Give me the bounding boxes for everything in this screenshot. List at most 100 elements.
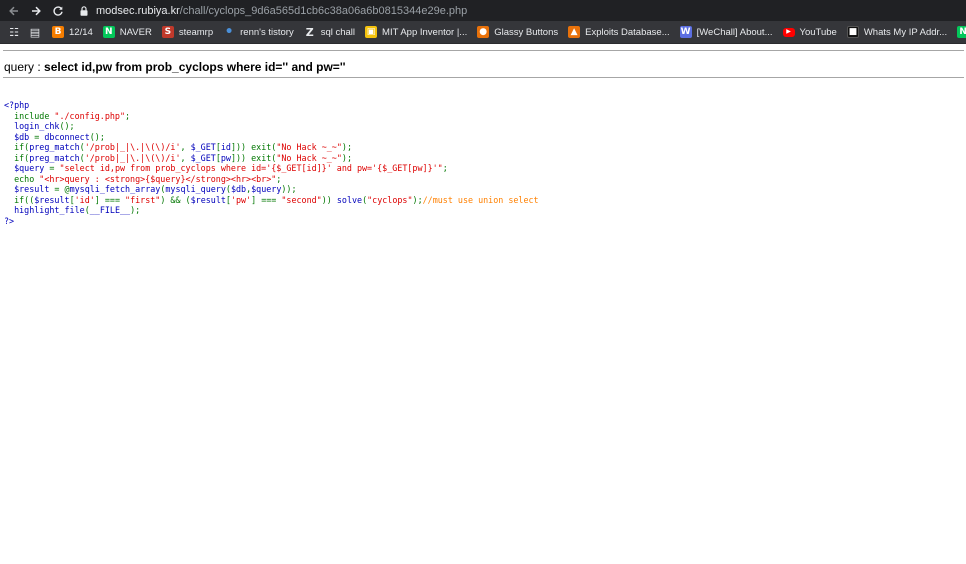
page-content: query : select id,pw from prob_cyclops w… bbox=[0, 44, 966, 564]
whatsmyip-icon: ■ bbox=[846, 26, 859, 38]
code-line: $db = dbconnect(); bbox=[4, 132, 539, 143]
code-token: ; bbox=[276, 173, 282, 184]
code-line: login_chk(); bbox=[4, 121, 539, 132]
code-token: if( bbox=[4, 152, 30, 163]
code-token: ) && ( bbox=[160, 194, 191, 205]
bookmark-item[interactable]: • renn's tistory bbox=[219, 21, 300, 44]
code-token: __FILE__ bbox=[89, 205, 131, 215]
url-text: modsec.rubiya.kr/chall/cyclops_9d6a565d1… bbox=[96, 5, 467, 17]
code-token: id bbox=[220, 142, 231, 152]
naver-icon: N bbox=[957, 26, 966, 38]
code-token: "./config.php" bbox=[54, 110, 126, 121]
bookmark-label: Whats My IP Addr... bbox=[863, 26, 948, 38]
code-token: "second" bbox=[281, 194, 322, 205]
code-token: ] === bbox=[94, 194, 126, 205]
naver-icon: N bbox=[102, 26, 115, 38]
code-token: login_chk bbox=[4, 121, 60, 131]
arrow-right-icon bbox=[32, 6, 41, 15]
reload-button[interactable] bbox=[47, 0, 69, 21]
bookmark-label: NAVER bbox=[119, 26, 152, 38]
code-token: mysqli_fetch_array bbox=[69, 184, 161, 194]
forward-button[interactable] bbox=[25, 0, 47, 21]
query-label: query : bbox=[4, 60, 45, 74]
code-line: <?php bbox=[4, 100, 539, 111]
bookmark-item[interactable]: ▤ bbox=[27, 21, 48, 44]
bookmark-item[interactable]: ▣ MIT App Inventor |... bbox=[361, 21, 473, 44]
query-output: query : select id,pw from prob_cyclops w… bbox=[4, 60, 346, 74]
code-line: if(preg_match('/prob|_|\.|\(\)/i', $_GET… bbox=[4, 153, 539, 164]
code-token: "cyclops" bbox=[367, 194, 413, 205]
code-token: 'id' bbox=[74, 194, 95, 205]
code-token: if(( bbox=[4, 194, 35, 205]
code-token: ])) exit( bbox=[230, 142, 277, 152]
code-token: "No Hack ~_~" bbox=[276, 142, 342, 152]
bookmark-item[interactable]: ▶ YouTube bbox=[779, 21, 843, 44]
bookmark-item[interactable]: ☷ bbox=[6, 21, 27, 44]
bookmark-item[interactable]: N NAVER bbox=[99, 21, 158, 44]
bookmark-item[interactable]: Ssteamrp bbox=[158, 21, 219, 44]
code-token: echo bbox=[4, 173, 40, 184]
code-token: <?php bbox=[4, 100, 30, 110]
code-token: , bbox=[180, 142, 191, 152]
bookmark-item[interactable]: ■ Whats My IP Addr... bbox=[843, 21, 953, 44]
code-token: pw bbox=[220, 152, 231, 163]
code-token: //must use union select bbox=[422, 194, 539, 205]
code-line: if(preg_match('/prob|_|\.|\(\)/i', $_GET… bbox=[4, 142, 539, 153]
code-line: include "./config.php"; bbox=[4, 111, 539, 122]
code-token: = bbox=[49, 163, 60, 173]
bookmark-label: 12/14 bbox=[69, 26, 93, 38]
code-line: echo "<hr>query : <strong>{$query}</stro… bbox=[4, 174, 539, 185]
bookmark-item[interactable]: ● Glassy Buttons bbox=[473, 21, 564, 44]
code-token: solve bbox=[336, 194, 363, 205]
arrow-left-icon bbox=[9, 6, 18, 15]
php-source-code: <?php include "./config.php"; login_chk(… bbox=[4, 100, 539, 226]
code-token: (); bbox=[59, 121, 75, 131]
code-token: $result bbox=[34, 194, 70, 205]
bookmark-label: renn's tistory bbox=[240, 26, 294, 38]
bookmark-item[interactable]: B 12/14 bbox=[48, 21, 99, 44]
code-token: , bbox=[180, 152, 191, 163]
url-path: /chall/cyclops_9d6a565d1cb6c38a06a6b0815… bbox=[179, 4, 468, 17]
bookmark-label: [WeChall] About... bbox=[696, 26, 773, 38]
code-token: "first" bbox=[125, 194, 161, 205]
code-token: dbconnect bbox=[44, 131, 90, 142]
bookmark-item[interactable]: Zsql chall bbox=[300, 21, 361, 44]
back-button[interactable] bbox=[3, 0, 25, 21]
code-token: '/prob|_|\.|\(\)/i' bbox=[84, 142, 181, 152]
bookmark-item[interactable]: ▲ Exploits Database... bbox=[564, 21, 676, 44]
code-token: ); bbox=[130, 205, 141, 215]
code-token: if( bbox=[4, 142, 30, 152]
query-text: select id,pw from prob_cyclops where id=… bbox=[44, 60, 346, 74]
code-token: ])) exit( bbox=[230, 152, 277, 163]
code-token: = @ bbox=[54, 184, 70, 194]
code-token: $db bbox=[4, 131, 35, 142]
code-line: $result = @mysqli_fetch_array(mysqli_que… bbox=[4, 184, 539, 195]
reload-icon bbox=[53, 5, 63, 16]
code-token: mysqli_query bbox=[165, 184, 226, 194]
code-token: ); bbox=[341, 142, 352, 152]
blogger-icon: B bbox=[52, 26, 64, 38]
bookmark-item[interactable]: W [WeChall] About... bbox=[676, 21, 779, 44]
code-token: ?> bbox=[4, 215, 15, 226]
bookmark-item[interactable]: NNAVER bbox=[953, 21, 966, 44]
app-inventor-icon: ▣ bbox=[365, 26, 378, 38]
wechall-icon: W bbox=[679, 26, 692, 38]
code-line: $query = "select id,pw from prob_cyclops… bbox=[4, 163, 539, 174]
address-bar[interactable]: modsec.rubiya.kr/chall/cyclops_9d6a565d1… bbox=[78, 0, 467, 21]
exploit-db-icon: ▲ bbox=[568, 26, 581, 38]
z-icon: Z bbox=[305, 25, 314, 39]
code-token: ; bbox=[125, 110, 131, 121]
code-token: $query bbox=[4, 163, 50, 173]
lock-icon bbox=[80, 5, 88, 16]
code-token: ); bbox=[341, 152, 352, 163]
horizontal-rule bbox=[3, 50, 964, 51]
code-token: ; bbox=[442, 163, 448, 173]
youtube-icon: ▶ bbox=[782, 27, 795, 37]
url-host: modsec.rubiya.kr bbox=[96, 4, 180, 17]
bookmarks-bar: ☷ ▤ B 12/14 N NAVER Ssteamrp • renn's tistory Zsq… bbox=[0, 21, 966, 44]
bookmark-doc-icon: ▤ bbox=[29, 25, 41, 39]
code-token: "<hr>query : <strong>{$query}</strong><h… bbox=[39, 173, 277, 184]
code-token: preg_match bbox=[29, 152, 80, 163]
bookmark-label: MIT App Inventor |... bbox=[382, 26, 468, 38]
steamrp-icon: S bbox=[161, 26, 174, 38]
